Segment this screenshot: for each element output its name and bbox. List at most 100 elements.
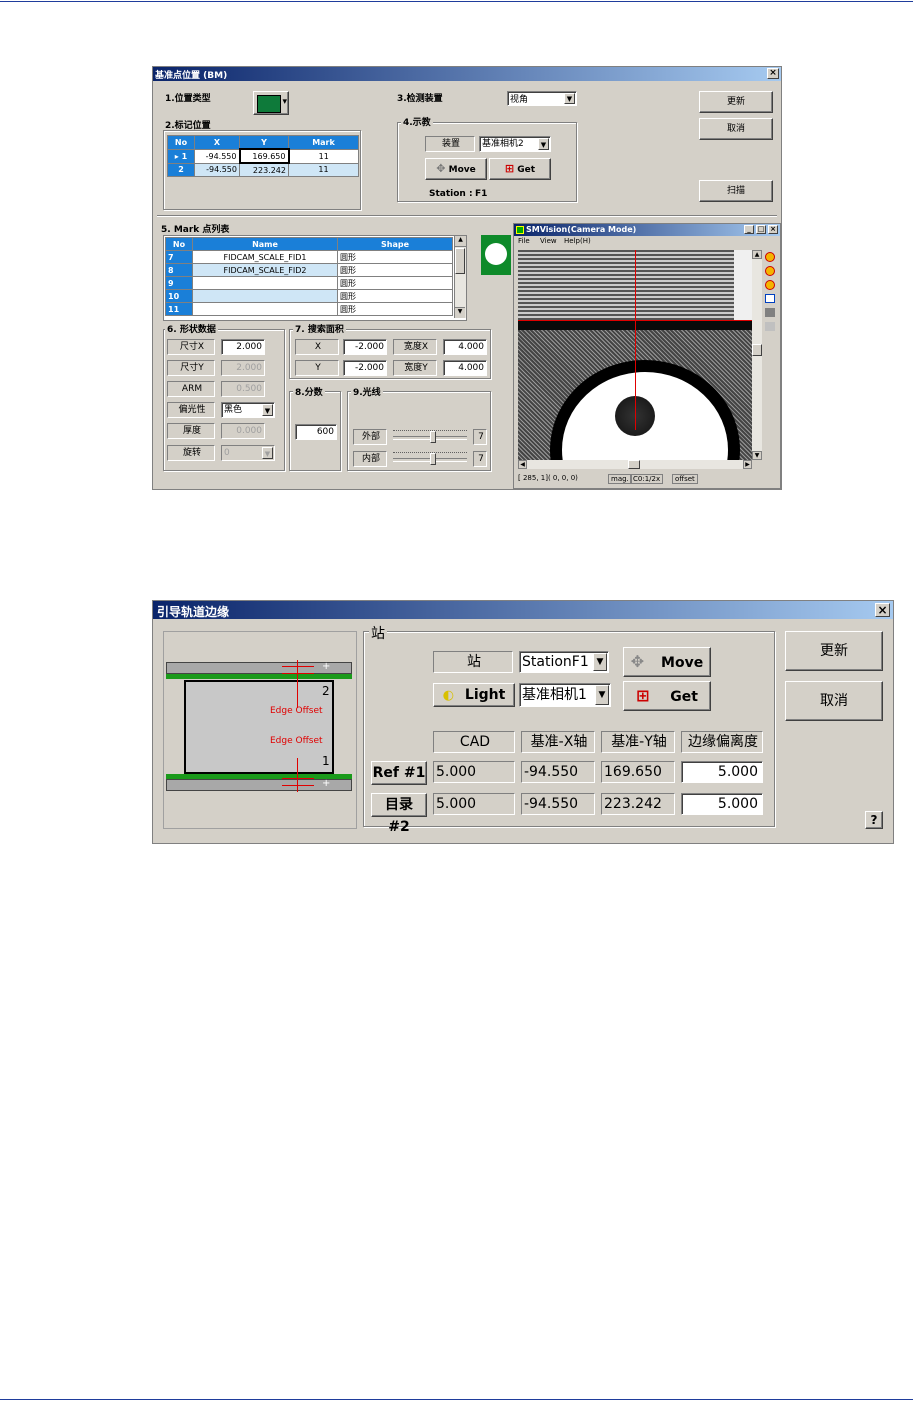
device-select[interactable]: 基准相机2 ▼: [479, 136, 551, 152]
ref-2-offset[interactable]: 5.000: [681, 793, 763, 815]
station-select-value: StationF1: [522, 654, 589, 670]
inner-light-slider[interactable]: [393, 451, 467, 467]
width-x-field[interactable]: 4.000: [443, 339, 487, 355]
cell-y[interactable]: 169.650: [238, 148, 290, 164]
list-item[interactable]: 7 FIDCAM_SCALE_FID1 圆形: [165, 250, 453, 264]
close-button[interactable]: ×: [767, 68, 779, 79]
arm-field: 0.500: [221, 381, 265, 397]
polarity-value: 黑色: [224, 405, 243, 415]
list-no: 8: [165, 263, 193, 277]
grid-icon[interactable]: [765, 308, 775, 317]
menu-help[interactable]: Help(H): [564, 237, 591, 245]
scroll-thumb[interactable]: [455, 248, 465, 274]
header-x: X: [194, 135, 240, 150]
camera-select[interactable]: 基准相机1 ▼: [519, 683, 611, 707]
help-button[interactable]: ?: [865, 811, 883, 829]
move-button[interactable]: ✥ Move: [623, 647, 711, 677]
list-item[interactable]: 8 FIDCAM_SCALE_FID2 圆形: [165, 263, 453, 277]
camera-image[interactable]: [518, 250, 752, 460]
cell-y[interactable]: 223.242: [239, 162, 289, 177]
offset-marker-top-line: [297, 660, 298, 708]
cancel-button[interactable]: 取消: [699, 118, 773, 140]
ref-1-button[interactable]: Ref #1: [371, 761, 427, 785]
list-item[interactable]: 10 圆形: [165, 289, 453, 303]
window-icon[interactable]: [765, 294, 775, 303]
status-zoom: C0:1/2x: [630, 474, 664, 484]
position-type-picker[interactable]: ▾: [253, 91, 289, 115]
scroll-right-icon[interactable]: ▶: [743, 460, 752, 469]
search-y-field[interactable]: -2.000: [343, 360, 387, 376]
chevron-down-icon[interactable]: ▼: [262, 404, 273, 416]
station-select[interactable]: StationF1 ▼: [519, 651, 609, 673]
camera-hscroll[interactable]: ◀ ▶: [518, 460, 752, 469]
section-divider: [157, 215, 777, 217]
menu-view[interactable]: View: [540, 237, 557, 245]
outer-light-slider[interactable]: [393, 429, 467, 445]
zoom-out-icon[interactable]: [765, 266, 775, 276]
camera-vscroll[interactable]: ▲ ▼: [752, 250, 762, 460]
ref-2-button[interactable]: 目录 #2: [371, 793, 427, 835]
board-number-2: 2: [322, 684, 330, 698]
close-button[interactable]: ×: [768, 225, 778, 234]
cell-mark[interactable]: 11: [288, 148, 359, 164]
list-scrollbar[interactable]: ▲ ▼: [454, 236, 466, 318]
list-shape: 圆形: [337, 276, 453, 290]
list-header-shape: Shape: [337, 237, 453, 251]
scroll-thumb[interactable]: [628, 460, 640, 469]
scroll-left-icon[interactable]: ◀: [518, 460, 527, 469]
cell-x[interactable]: -94.550: [194, 162, 240, 177]
slider-thumb[interactable]: [430, 431, 436, 443]
status-coords: [ 285, 1]( 0, 0, 0): [518, 474, 578, 482]
scroll-down-icon[interactable]: ▼: [455, 307, 465, 318]
close-button[interactable]: ×: [875, 603, 890, 617]
ref-1-offset[interactable]: 5.000: [681, 761, 763, 783]
camera-select-value: 基准相机1: [522, 687, 587, 703]
scroll-thumb[interactable]: [752, 344, 762, 356]
minimize-button[interactable]: _: [744, 225, 754, 234]
slider-thumb[interactable]: [430, 453, 436, 465]
get-button[interactable]: ⊞ Get: [623, 681, 711, 711]
search-x-field[interactable]: -2.000: [343, 339, 387, 355]
zoom-fit-icon[interactable]: [765, 280, 775, 290]
list-item[interactable]: 11 圆形: [165, 302, 453, 316]
cancel-button[interactable]: 取消: [785, 681, 883, 721]
dialog-title: 引导轨道边缘: [157, 605, 230, 619]
camera-statusbar: [ 285, 1]( 0, 0, 0) mag. C0:1/2x offset: [516, 472, 778, 486]
list-name: [192, 302, 338, 316]
scroll-up-icon[interactable]: ▲: [752, 250, 762, 259]
scan-button[interactable]: 扫描: [699, 180, 773, 202]
size-x-field[interactable]: 2.000: [221, 339, 265, 355]
cell-x[interactable]: -94.550: [194, 148, 240, 164]
width-y-field[interactable]: 4.000: [443, 360, 487, 376]
chevron-down-icon[interactable]: ▼: [593, 653, 607, 671]
camera-title: SMVision(Camera Mode): [526, 225, 637, 234]
list-item[interactable]: 9 圆形: [165, 276, 453, 290]
row-no: 1: [181, 151, 188, 161]
col-header-offset: 边缘偏离度: [681, 731, 763, 753]
scroll-down-icon[interactable]: ▼: [752, 451, 762, 460]
chevron-down-icon[interactable]: ▼: [538, 138, 549, 150]
cell-mark[interactable]: 11: [288, 162, 359, 177]
maximize-button[interactable]: □: [756, 225, 766, 234]
score-field[interactable]: 600: [295, 424, 337, 440]
table-row[interactable]: 2 -94.550 223.242 11: [167, 162, 359, 177]
polarity-select[interactable]: 黑色 ▼: [221, 402, 275, 418]
light-button[interactable]: ◐ Light: [433, 683, 515, 707]
get-label: Get: [670, 689, 698, 705]
menu-file[interactable]: File: [518, 237, 530, 245]
section-5-label: 5. Mark 点列表: [161, 225, 230, 235]
table-row[interactable]: ▸ 1 -94.550 169.650 11: [167, 148, 359, 164]
chevron-down-icon[interactable]: ▼: [595, 685, 609, 705]
ruler-icon[interactable]: [765, 322, 775, 331]
move-button[interactable]: ✥ Move: [425, 158, 487, 180]
station-group-label: 站: [369, 623, 387, 643]
list-shape: 圆形: [337, 250, 453, 264]
get-button[interactable]: ⊞ Get: [489, 158, 551, 180]
chevron-down-icon[interactable]: ▼: [564, 93, 575, 104]
scroll-up-icon[interactable]: ▲: [455, 236, 466, 247]
update-button[interactable]: 更新: [785, 631, 883, 671]
zoom-in-icon[interactable]: [765, 252, 775, 262]
update-button[interactable]: 更新: [699, 91, 773, 113]
detect-device-select[interactable]: 视角 ▼: [507, 91, 577, 106]
offset-marker-bottom-line: [297, 758, 298, 792]
